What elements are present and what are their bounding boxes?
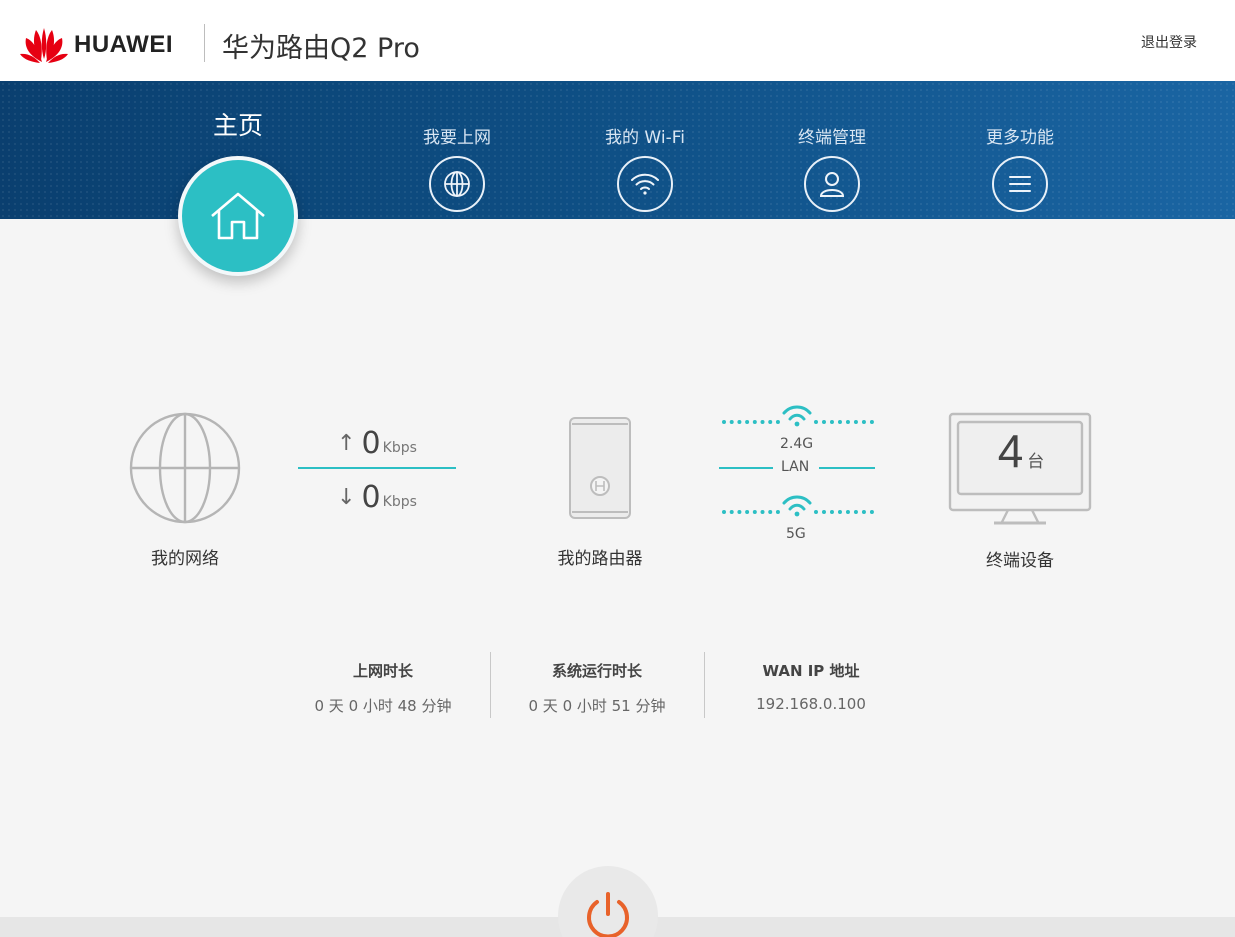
menu-icon (992, 156, 1048, 212)
wifi-24g-icon (782, 405, 812, 427)
lan-line-left (719, 467, 773, 469)
header-divider (204, 24, 205, 62)
download-value: 0 (361, 480, 381, 515)
huawei-flower-icon (20, 28, 68, 63)
my-network-node[interactable]: 我的网络 (110, 410, 260, 569)
speed-divider (298, 467, 456, 469)
band-5g-label: 5G (786, 526, 806, 542)
wifi-icon (617, 156, 673, 212)
band-24g-dots-right (814, 420, 874, 424)
my-network-label: 我的网络 (151, 549, 219, 569)
logout-link[interactable]: 退出登录 (1141, 32, 1197, 52)
home-icon (211, 192, 265, 240)
download-speed: ↓ 0 Kbps (298, 480, 456, 515)
up-arrow-icon: ↑ (337, 431, 356, 456)
stat-wan-ip: WAN IP 地址 192.168.0.100 (704, 660, 918, 713)
devices-count: 4 台 (959, 424, 1083, 496)
devices-count-unit: 台 (1027, 452, 1045, 472)
huawei-logo: HUAWEI (20, 26, 173, 64)
lan-label: LAN (781, 459, 810, 475)
nav-more[interactable]: 更多功能 (940, 81, 1100, 212)
wifi-5g-icon (782, 495, 812, 517)
globe-icon (429, 156, 485, 212)
stat-wan-ip-value: 192.168.0.100 (756, 695, 866, 713)
router-icon (569, 417, 631, 519)
stat-online-time-value: 0 天 0 小时 48 分钟 (314, 697, 452, 715)
upload-value: 0 (361, 426, 381, 461)
lan-line-right (819, 467, 875, 469)
band-5g-dots-left (722, 510, 780, 514)
product-title: 华为路由Q2 Pro (222, 33, 420, 64)
nav-devices[interactable]: 终端管理 (752, 81, 912, 212)
band-24g-label: 2.4G (780, 436, 814, 452)
stat-online-time: 上网时长 0 天 0 小时 48 分钟 (276, 660, 490, 716)
brand-name: HUAWEI (74, 31, 173, 58)
stat-wan-ip-title: WAN IP 地址 (762, 662, 860, 680)
user-icon (804, 156, 860, 212)
download-unit: Kbps (382, 493, 417, 510)
nav-internet[interactable]: 我要上网 (377, 81, 537, 212)
nav-wifi[interactable]: 我的 Wi-Fi (565, 81, 725, 212)
upload-speed: ↑ 0 Kbps (298, 426, 456, 461)
nav-more-label: 更多功能 (986, 128, 1054, 148)
nav-home-button[interactable] (178, 156, 298, 276)
upload-unit: Kbps (382, 439, 417, 456)
stat-online-time-title: 上网时长 (352, 662, 413, 680)
power-button[interactable] (558, 866, 658, 937)
terminal-devices-label: 终端设备 (986, 551, 1054, 571)
stat-uptime-value: 0 天 0 小时 51 分钟 (528, 697, 666, 715)
nav-internet-label: 我要上网 (423, 128, 491, 148)
network-globe-icon (129, 412, 241, 524)
nav-wifi-label: 我的 Wi-Fi (605, 128, 685, 148)
top-header: HUAWEI 华为路由Q2 Pro 退出登录 (0, 0, 1235, 81)
band-24g-dots-left (722, 420, 780, 424)
stat-uptime: 系统运行时长 0 天 0 小时 51 分钟 (490, 660, 704, 716)
nav-devices-label: 终端管理 (798, 128, 866, 148)
my-router-node[interactable]: 我的路由器 (520, 414, 680, 569)
nav-home-label: 主页 (212, 111, 263, 140)
stat-uptime-title: 系统运行时长 (551, 662, 642, 680)
devices-count-value: 4 (997, 425, 1024, 477)
power-icon (587, 892, 629, 937)
band-5g-dots-right (814, 510, 874, 514)
down-arrow-icon: ↓ (337, 485, 356, 510)
my-router-label: 我的路由器 (557, 549, 643, 569)
